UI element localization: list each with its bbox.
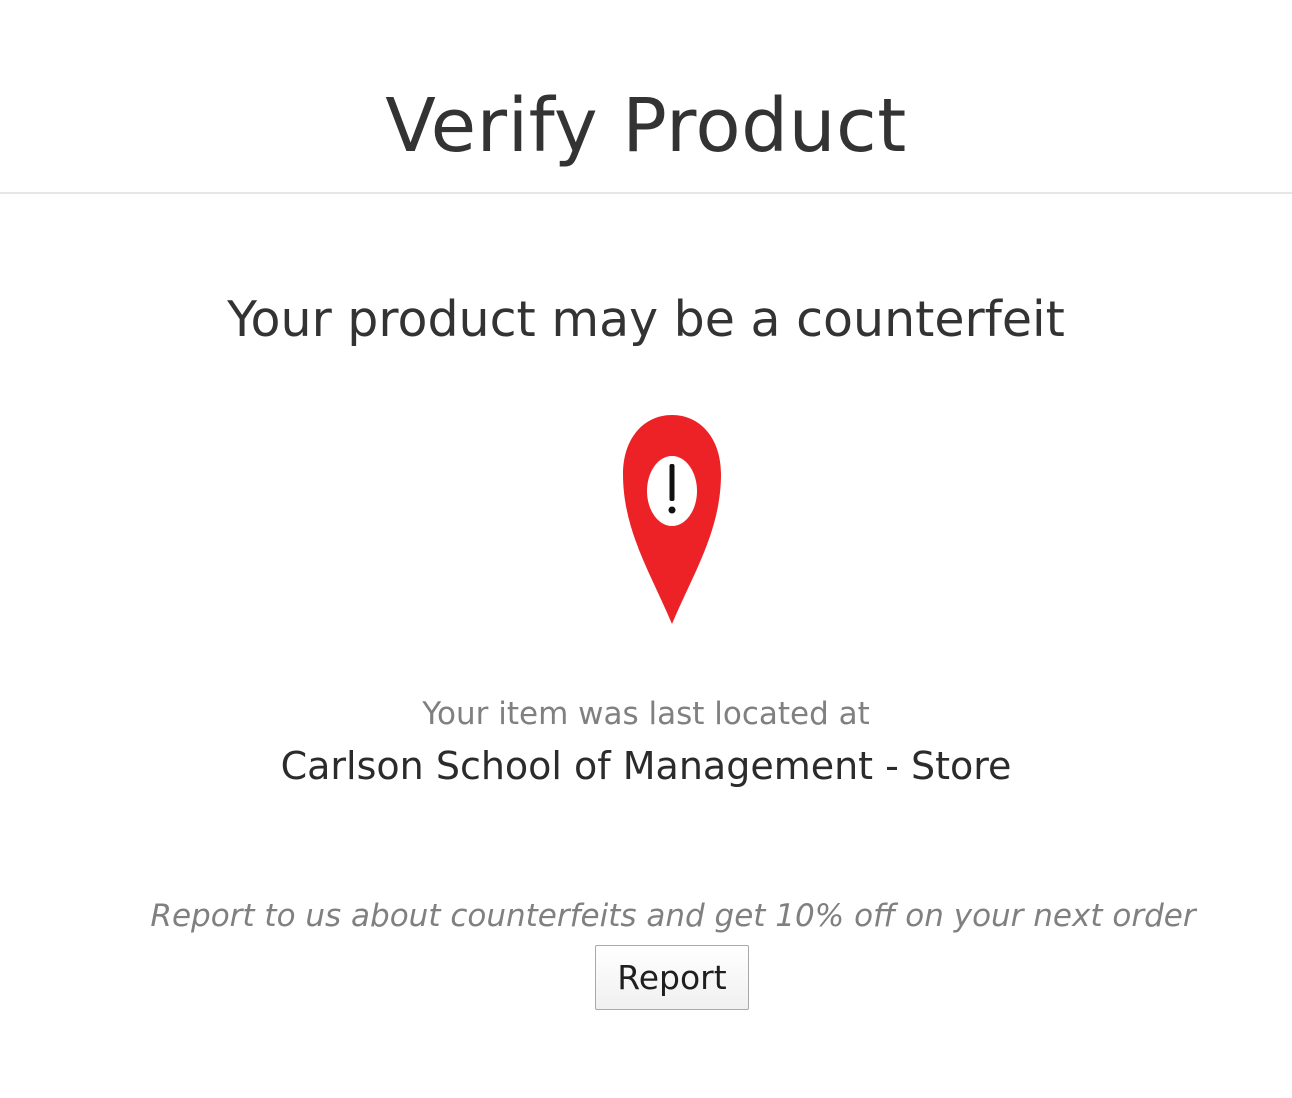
last-location-caption: Your item was last located at	[422, 696, 870, 732]
verify-product-page: Verify Product Your product may be a cou…	[0, 0, 1292, 1098]
report-incentive-text: Report to us about counterfeits and get …	[150, 898, 1196, 934]
exclamation-stroke	[669, 464, 675, 501]
page-title: Verify Product	[385, 83, 907, 169]
map-pin-alert-icon	[620, 412, 724, 628]
exclamation-dot	[668, 506, 676, 514]
last-location-name: Carlson School of Management - Store	[280, 744, 1012, 788]
page-header: Verify Product	[0, 0, 1292, 194]
report-button[interactable]: Report	[595, 945, 749, 1010]
counterfeit-warning-heading: Your product may be a counterfeit	[227, 291, 1065, 348]
